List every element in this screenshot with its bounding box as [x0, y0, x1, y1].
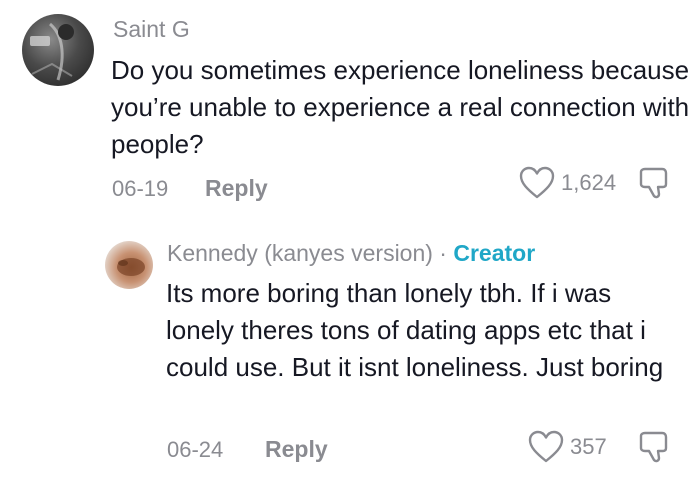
comment-date: 06-19	[112, 176, 169, 201]
comment-reply-button[interactable]: Reply	[205, 175, 268, 202]
heart-icon	[528, 430, 564, 463]
reply-avatar-image	[117, 258, 145, 276]
dislike-icon	[639, 167, 668, 199]
reply-date: 06-24	[167, 437, 224, 462]
comment-text: Do you sometimes experience loneliness b…	[111, 55, 690, 159]
reply-reply-button[interactable]: Reply	[265, 436, 328, 463]
comment-like-count: 1,624	[561, 170, 617, 195]
heart-icon	[519, 166, 555, 199]
reply-like-button[interactable]: 357	[528, 430, 607, 464]
reply-username-line: Kennedy (kanyes version) · Creator	[167, 240, 535, 267]
avatar[interactable]	[22, 14, 94, 86]
reply-avatar[interactable]	[105, 241, 153, 289]
comment-like-button[interactable]: 1,624	[519, 166, 616, 200]
reply-text: Its more boring than lonely tbh. If i wa…	[166, 278, 664, 382]
reply-dislike-button[interactable]	[638, 430, 674, 469]
comment-dislike-button[interactable]	[638, 166, 674, 205]
dislike-icon	[639, 431, 668, 463]
creator-badge: Creator	[453, 240, 536, 266]
reply-like-count: 357	[570, 434, 607, 459]
comment-username[interactable]: Saint G	[113, 16, 190, 43]
separator-dot: ·	[432, 240, 454, 266]
reply-username[interactable]: Kennedy (kanyes version)	[167, 240, 433, 266]
avatar-image	[30, 22, 74, 81]
